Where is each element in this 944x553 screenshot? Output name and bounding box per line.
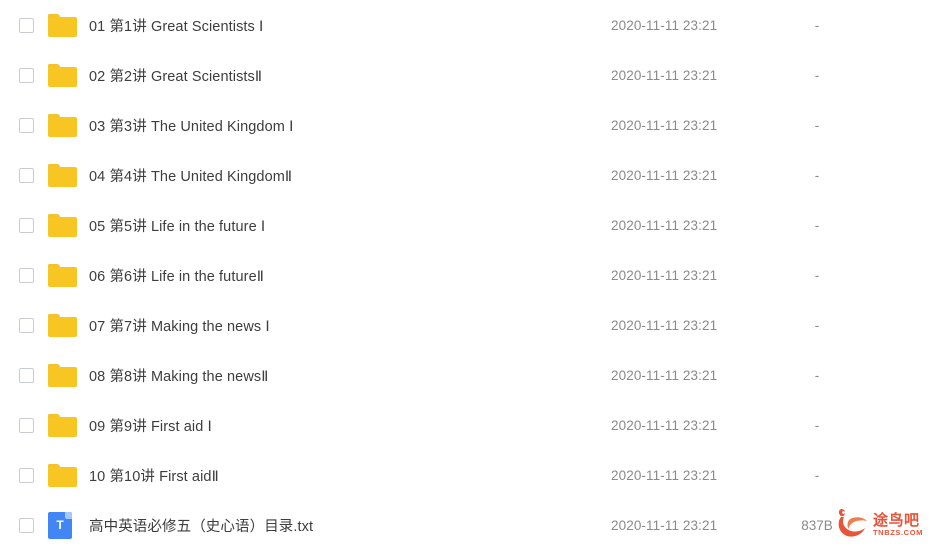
file-size: - bbox=[814, 217, 820, 233]
row-icon-cell bbox=[48, 263, 88, 287]
folder-icon bbox=[48, 313, 77, 337]
row-checkbox[interactable] bbox=[18, 67, 34, 83]
file-size: - bbox=[814, 367, 820, 383]
file-modified-date: 2020-11-11 23:21 bbox=[611, 167, 718, 183]
row-select-cell[interactable] bbox=[0, 517, 48, 533]
row-select-cell[interactable] bbox=[0, 167, 48, 183]
file-size: 837B bbox=[801, 517, 833, 533]
folder-icon bbox=[48, 263, 77, 287]
file-row[interactable]: 01 第1讲 Great Scientists Ⅰ 2020-11-11 23:2… bbox=[0, 0, 944, 50]
file-row[interactable]: 03 第3讲 The United Kingdom Ⅰ 2020-11-11 23… bbox=[0, 100, 944, 150]
row-icon-cell bbox=[48, 13, 88, 37]
row-select-cell[interactable] bbox=[0, 467, 48, 483]
file-modified-date: 2020-11-11 23:21 bbox=[611, 317, 718, 333]
file-modified-date: 2020-11-11 23:21 bbox=[611, 67, 718, 83]
row-select-cell[interactable] bbox=[0, 267, 48, 283]
file-row[interactable]: 07 第7讲 Making the news Ⅰ 2020-11-11 23:21… bbox=[0, 300, 944, 350]
row-checkbox[interactable] bbox=[18, 417, 34, 433]
file-modified-date: 2020-11-11 23:21 bbox=[611, 117, 718, 133]
file-modified-date: 2020-11-11 23:21 bbox=[611, 517, 718, 533]
file-row[interactable]: 05 第5讲 Life in the future Ⅰ 2020-11-11 23… bbox=[0, 200, 944, 250]
row-checkbox[interactable] bbox=[18, 167, 34, 183]
row-select-cell[interactable] bbox=[0, 417, 48, 433]
file-row[interactable]: 02 第2讲 Great ScientistsⅡ 2020-11-11 23:21… bbox=[0, 50, 944, 100]
row-icon-cell bbox=[48, 213, 88, 237]
row-select-cell[interactable] bbox=[0, 67, 48, 83]
row-icon-cell bbox=[48, 463, 88, 487]
file-size: - bbox=[814, 467, 820, 483]
folder-icon bbox=[48, 13, 77, 37]
row-checkbox[interactable] bbox=[18, 217, 34, 233]
file-row[interactable]: 09 第9讲 First aid Ⅰ 2020-11-11 23:21- bbox=[0, 400, 944, 450]
row-select-cell[interactable] bbox=[0, 317, 48, 333]
folder-icon bbox=[48, 113, 77, 137]
folder-icon bbox=[48, 213, 77, 237]
file-row[interactable]: 06 第6讲 Life in the futureⅡ 2020-11-11 23:… bbox=[0, 250, 944, 300]
row-checkbox[interactable] bbox=[18, 317, 34, 333]
file-list: 01 第1讲 Great Scientists Ⅰ 2020-11-11 23:2… bbox=[0, 0, 944, 553]
text-file-glyph: T bbox=[56, 518, 64, 532]
row-select-cell[interactable] bbox=[0, 117, 48, 133]
row-icon-cell bbox=[48, 313, 88, 337]
file-row[interactable]: 10 第10讲 First aidⅡ 2020-11-11 23:21- bbox=[0, 450, 944, 500]
file-modified-date: 2020-11-11 23:21 bbox=[611, 417, 718, 433]
row-checkbox[interactable] bbox=[18, 267, 34, 283]
row-icon-cell bbox=[48, 363, 88, 387]
row-select-cell[interactable] bbox=[0, 17, 48, 33]
file-size: - bbox=[814, 17, 820, 33]
folder-icon bbox=[48, 63, 77, 87]
folder-icon bbox=[48, 163, 77, 187]
folder-icon bbox=[48, 463, 77, 487]
folder-icon bbox=[48, 363, 77, 387]
file-size: - bbox=[814, 167, 820, 183]
file-modified-date: 2020-11-11 23:21 bbox=[611, 217, 718, 233]
file-size: - bbox=[814, 267, 820, 283]
row-icon-cell bbox=[48, 163, 88, 187]
file-modified-date: 2020-11-11 23:21 bbox=[611, 467, 718, 483]
row-icon-cell bbox=[48, 63, 88, 87]
row-icon-cell bbox=[48, 413, 88, 437]
file-modified-date: 2020-11-11 23:21 bbox=[611, 17, 718, 33]
file-modified-date: 2020-11-11 23:21 bbox=[611, 267, 718, 283]
row-checkbox[interactable] bbox=[18, 467, 34, 483]
file-size: - bbox=[814, 67, 820, 83]
row-checkbox[interactable] bbox=[18, 367, 34, 383]
text-file-icon: T bbox=[48, 511, 72, 539]
file-row[interactable]: 04 第4讲 The United KingdomⅡ 2020-11-11 23:… bbox=[0, 150, 944, 200]
folder-icon bbox=[48, 413, 77, 437]
file-row[interactable]: T 高中英语必修五（史心语）目录.txt 2020-11-11 23:21 837B bbox=[0, 500, 944, 550]
file-size: - bbox=[814, 117, 820, 133]
row-select-cell[interactable] bbox=[0, 367, 48, 383]
row-checkbox[interactable] bbox=[18, 117, 34, 133]
row-checkbox[interactable] bbox=[18, 517, 34, 533]
row-select-cell[interactable] bbox=[0, 217, 48, 233]
row-icon-cell: T bbox=[48, 511, 88, 539]
file-row[interactable]: 08 第8讲 Making the newsⅡ 2020-11-11 23:21- bbox=[0, 350, 944, 400]
row-icon-cell bbox=[48, 113, 88, 137]
file-size: - bbox=[814, 417, 820, 433]
file-modified-date: 2020-11-11 23:21 bbox=[611, 367, 718, 383]
file-size: - bbox=[814, 317, 820, 333]
row-checkbox[interactable] bbox=[18, 17, 34, 33]
